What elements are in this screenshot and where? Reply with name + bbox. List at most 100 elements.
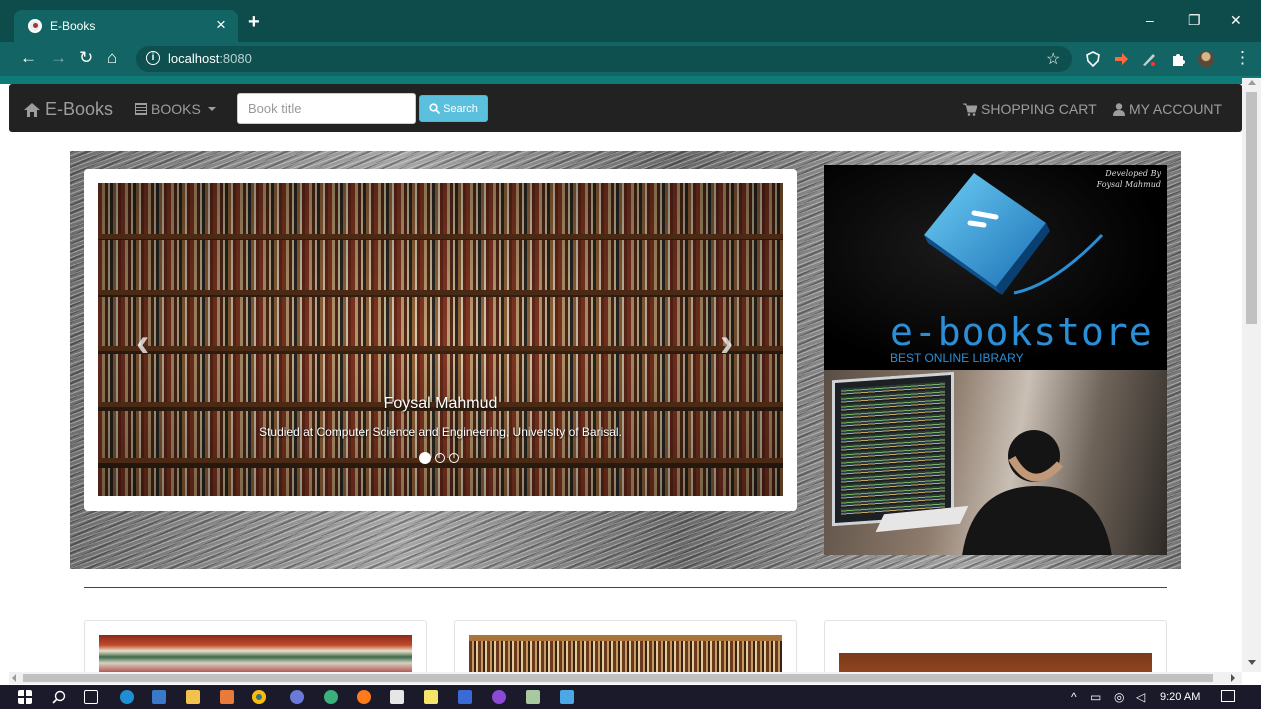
address-bar[interactable]: i localhost:8080 ☆ — [136, 46, 1072, 72]
book-card-image-3 — [839, 653, 1152, 672]
scroll-right-icon[interactable] — [1231, 674, 1235, 682]
shopping-cart-link[interactable]: SHOPPING CART — [963, 101, 1097, 117]
brand-link[interactable]: E-Books — [23, 99, 113, 120]
person-image — [962, 430, 1112, 555]
extensions-puzzle-icon[interactable] — [1170, 51, 1186, 67]
site-navbar: E-Books BOOKS Search SHOPPING CART MY AC… — [9, 84, 1242, 132]
paint-icon[interactable] — [220, 690, 234, 704]
carousel-indicator-3[interactable] — [449, 453, 459, 463]
programmer-photo — [824, 370, 1167, 555]
cart-icon — [963, 103, 977, 116]
carousel-prev-icon[interactable]: ‹ — [136, 323, 149, 363]
file-explorer-icon[interactable] — [186, 690, 200, 704]
notification-icon[interactable] — [1221, 690, 1235, 702]
search-icon — [429, 103, 441, 114]
window-close-button[interactable]: ✕ — [1230, 12, 1242, 29]
section-divider — [84, 587, 1167, 588]
carousel-indicators — [419, 452, 459, 464]
firefox-icon[interactable] — [357, 690, 371, 704]
home-browser-icon[interactable]: ⌂ — [107, 49, 117, 67]
windows-taskbar: ^ ▭ ◎ ◁ 9:20 AM — [0, 685, 1261, 709]
forward-icon[interactable]: → — [50, 49, 67, 67]
task-view-icon[interactable] — [84, 690, 98, 704]
ebookstore-logo-panel: Developed By Foysal Mahmud e-bookstore B… — [824, 165, 1167, 370]
taskbar-clock[interactable]: 9:20 AM — [1160, 691, 1200, 703]
extension-pen-icon[interactable] — [1141, 51, 1157, 67]
tray-network-icon[interactable]: ◎ — [1114, 690, 1124, 704]
my-account-label: MY ACCOUNT — [1129, 101, 1223, 117]
tray-chevron-icon[interactable]: ^ — [1071, 690, 1077, 704]
url-text: localhost:8080 — [168, 51, 252, 66]
list-icon — [135, 103, 147, 115]
chrome-icon[interactable] — [252, 690, 266, 704]
vertical-scroll-thumb[interactable] — [1246, 92, 1257, 324]
app-icon-3[interactable] — [458, 690, 472, 704]
book-card-image-1 — [99, 635, 412, 672]
scroll-down-icon[interactable] — [1248, 660, 1256, 665]
search-button[interactable]: Search — [419, 95, 488, 122]
scroll-left-icon[interactable] — [12, 674, 16, 682]
tray-volume-icon[interactable]: ◁ — [1136, 690, 1145, 704]
books-dropdown-label: BOOKS — [151, 101, 201, 117]
carousel-caption-text: Studied at Computer Science and Engineer… — [259, 425, 622, 439]
book-logo-icon — [924, 173, 1104, 295]
web-page: E-Books BOOKS Search SHOPPING CART MY AC… — [9, 84, 1242, 672]
tab-close-button[interactable]: × — [216, 15, 226, 35]
calculator-icon[interactable] — [390, 690, 404, 704]
info-icon[interactable]: i — [146, 51, 160, 65]
hero-banner: ‹ › Foysal Mahmud Studied at Computer Sc… — [70, 151, 1181, 569]
extension-shield-icon[interactable] — [1085, 51, 1101, 68]
mail-icon[interactable] — [560, 690, 574, 704]
book-search-input[interactable] — [237, 93, 416, 124]
minimize-button[interactable]: – — [1146, 12, 1154, 28]
bookmark-star-icon[interactable]: ☆ — [1046, 49, 1060, 69]
carousel-caption-title: Foysal Mahmud — [383, 395, 498, 412]
scroll-up-icon[interactable] — [1248, 80, 1256, 85]
shopping-cart-label: SHOPPING CART — [981, 101, 1097, 117]
book-card-1[interactable] — [84, 620, 427, 672]
extension-arrow-icon[interactable] — [1113, 51, 1129, 67]
book-card-2[interactable] — [454, 620, 797, 672]
search-button-label: Search — [443, 102, 478, 115]
windows-start-icon[interactable] — [18, 690, 32, 704]
browser-tab[interactable]: E-Books × — [14, 10, 238, 42]
book-card-image-2 — [469, 635, 782, 672]
search-taskbar-icon[interactable] — [52, 690, 66, 704]
browser-tab-strip: E-Books × + – ❐ ✕ — [0, 0, 1261, 42]
app-icon-5[interactable] — [526, 690, 540, 704]
edge-icon[interactable] — [120, 690, 134, 704]
browser-toolbar: ← → ↻ ⌂ i localhost:8080 ☆ ⋮ — [0, 42, 1261, 76]
bookshelf-image — [98, 183, 783, 496]
carousel-indicator-1[interactable] — [419, 452, 431, 464]
my-account-link[interactable]: MY ACCOUNT — [1113, 101, 1222, 117]
app-icon-4[interactable] — [492, 690, 506, 704]
app-icon-2[interactable] — [324, 690, 338, 704]
book-card-3[interactable] — [824, 620, 1167, 672]
new-tab-button[interactable]: + — [248, 12, 260, 32]
kebab-menu-icon[interactable]: ⋮ — [1234, 49, 1251, 67]
books-dropdown[interactable]: BOOKS — [135, 101, 216, 117]
ie-icon[interactable] — [152, 690, 166, 704]
notepad-icon[interactable] — [424, 690, 438, 704]
horizontal-scroll-thumb[interactable] — [23, 674, 1213, 682]
carousel-frame: ‹ › Foysal Mahmud Studied at Computer Sc… — [84, 169, 797, 511]
tab-title: E-Books — [50, 19, 96, 33]
app-icon-1[interactable] — [290, 690, 304, 704]
home-icon — [23, 102, 41, 118]
image-carousel[interactable]: ‹ › Foysal Mahmud Studied at Computer Sc… — [98, 183, 783, 496]
carousel-next-icon[interactable]: › — [720, 323, 733, 363]
logo-subtitle: BEST ONLINE LIBRARY — [890, 351, 1024, 365]
favicon-icon — [28, 19, 42, 33]
restore-button[interactable]: ❐ — [1188, 12, 1201, 29]
page-top-stripe — [0, 76, 1261, 84]
carousel-indicator-2[interactable] — [435, 453, 445, 463]
brand-text: E-Books — [45, 99, 114, 119]
vertical-scrollbar[interactable] — [1242, 78, 1261, 672]
profile-avatar-icon[interactable] — [1198, 51, 1214, 67]
back-icon[interactable]: ← — [20, 49, 37, 67]
monitor-image — [832, 371, 954, 527]
logo-title: e-bookstore — [890, 310, 1153, 354]
tray-battery-icon[interactable]: ▭ — [1090, 690, 1101, 704]
reload-icon[interactable]: ↻ — [79, 49, 93, 67]
horizontal-scrollbar[interactable] — [9, 672, 1242, 684]
